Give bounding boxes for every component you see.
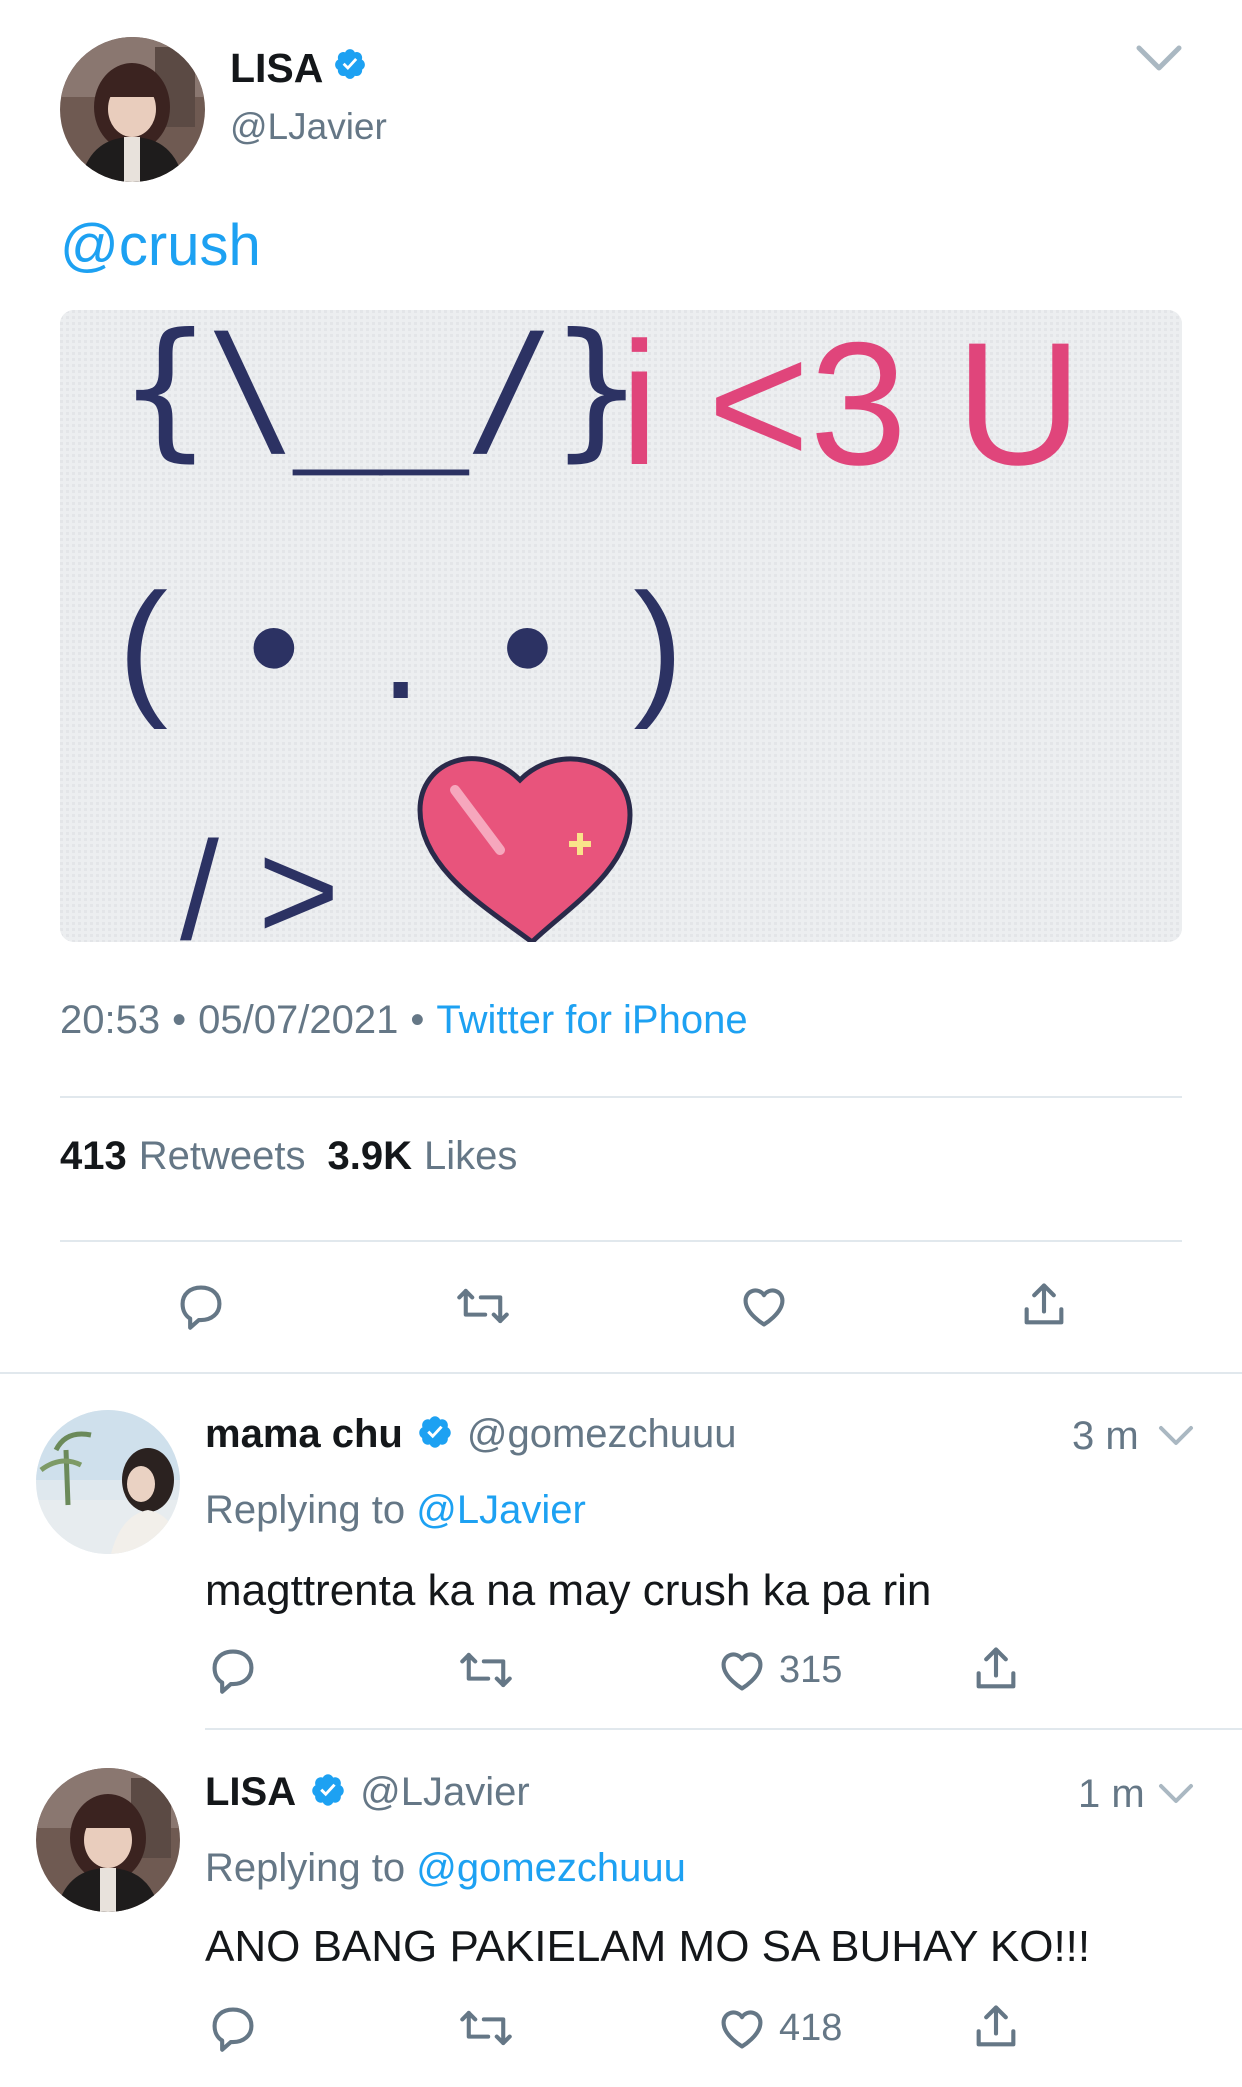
reply-button[interactable] xyxy=(207,2002,259,2054)
like-icon xyxy=(743,1288,785,1327)
retweet-button[interactable] xyxy=(455,1280,511,1332)
tweet-date: 05/07/2021 xyxy=(198,998,399,1042)
reply-button[interactable] xyxy=(207,1644,259,1696)
tweet-time: 20:53 xyxy=(60,998,161,1042)
tweet-meta: 20:53 • 05/07/2021 • Twitter for iPhone xyxy=(60,998,748,1043)
likes-label: Likes xyxy=(424,1134,518,1178)
tweet-stats: 413 Retweets 3.9K Likes xyxy=(60,1134,517,1179)
share-button[interactable] xyxy=(970,1642,1022,1696)
reply-header: LISA @LJavier xyxy=(205,1770,530,1815)
retweet-icon xyxy=(460,2010,512,2046)
retweet-button[interactable] xyxy=(458,1644,514,1696)
like-button[interactable] xyxy=(737,1280,791,1332)
meta-separator: • xyxy=(172,998,187,1042)
tweet-source-link[interactable]: Twitter for iPhone xyxy=(436,998,747,1043)
chevron-down-icon[interactable] xyxy=(1156,1420,1196,1457)
reply-display-name[interactable]: LISA xyxy=(205,1770,296,1815)
divider xyxy=(60,1240,1182,1242)
retweets-label: Retweets xyxy=(138,1134,306,1178)
main-tweet-avatar[interactable] xyxy=(60,37,205,182)
likes-count: 3.9K xyxy=(327,1134,413,1178)
share-icon xyxy=(976,1647,1016,1689)
reply-icon xyxy=(212,2007,254,2052)
tweet-mention-link[interactable]: @crush xyxy=(60,212,261,279)
like-icon xyxy=(721,1652,763,1691)
image-caption-text: i <3 U xyxy=(620,310,1083,502)
main-tweet-author[interactable]: LISA xyxy=(230,45,367,92)
like-icon xyxy=(721,2010,763,2049)
chevron-down-icon[interactable] xyxy=(1134,38,1184,83)
like-button[interactable]: 418 xyxy=(715,2002,842,2054)
replying-to-link[interactable]: @gomezchuuu xyxy=(416,1846,686,1890)
reply-handle[interactable]: @gomezchuuu xyxy=(467,1412,737,1457)
reply-display-name[interactable]: mama chu xyxy=(205,1412,403,1457)
retweet-button[interactable] xyxy=(458,2002,514,2054)
retweet-icon xyxy=(457,1288,509,1324)
reply-handle[interactable]: @LJavier xyxy=(360,1770,530,1815)
replying-to: Replying to @gomezchuuu xyxy=(205,1846,686,1891)
retweets-stat[interactable]: 413 Retweets xyxy=(60,1134,306,1179)
image-face-text: ( • . • ) xyxy=(118,562,684,730)
main-tweet-handle[interactable]: @LJavier xyxy=(230,106,387,148)
image-ears-text: {\__/} xyxy=(120,310,642,476)
share-button[interactable] xyxy=(970,2000,1022,2054)
verified-badge-icon xyxy=(333,46,367,91)
image-hand-text: / > xyxy=(180,812,340,942)
share-button[interactable] xyxy=(1018,1278,1070,1332)
divider xyxy=(205,1728,1242,1730)
replying-to-link[interactable]: @LJavier xyxy=(416,1488,586,1532)
retweets-count: 413 xyxy=(60,1134,127,1178)
likes-stat[interactable]: 3.9K Likes xyxy=(328,1134,518,1179)
reply-text: magttrenta ka na may crush ka pa rin xyxy=(205,1566,932,1615)
reply-icon xyxy=(180,1285,222,1330)
verified-badge-icon xyxy=(417,1414,453,1455)
reply-avatar[interactable] xyxy=(36,1768,180,1912)
verified-badge-icon xyxy=(310,1772,346,1813)
share-icon xyxy=(976,2005,1016,2047)
reply-header: mama chu @gomezchuuu xyxy=(205,1412,737,1457)
like-button[interactable]: 315 xyxy=(715,1644,842,1696)
reply-time: 3 m xyxy=(1072,1414,1139,1458)
reply-text: ANO BANG PAKIELAM MO SA BUHAY KO!!! xyxy=(205,1922,1091,1971)
share-icon xyxy=(1024,1283,1064,1325)
like-count: 418 xyxy=(779,2006,843,2049)
divider xyxy=(60,1096,1182,1098)
like-count: 315 xyxy=(779,1648,843,1691)
tweet-image[interactable]: {\__/} i <3 U ( • . • ) / > xyxy=(60,310,1182,942)
replying-to: Replying to @LJavier xyxy=(205,1488,586,1533)
display-name: LISA xyxy=(230,45,324,91)
reply-button[interactable] xyxy=(175,1280,227,1332)
retweet-icon xyxy=(460,1652,512,1688)
reply-time: 1 m xyxy=(1078,1772,1145,1816)
reply-avatar[interactable] xyxy=(36,1410,180,1554)
meta-separator: • xyxy=(410,998,425,1042)
reply-icon xyxy=(212,1649,254,1694)
replying-prefix: Replying to xyxy=(205,1846,406,1890)
replying-prefix: Replying to xyxy=(205,1488,406,1532)
divider xyxy=(0,1372,1242,1374)
chevron-down-icon[interactable] xyxy=(1156,1778,1196,1815)
